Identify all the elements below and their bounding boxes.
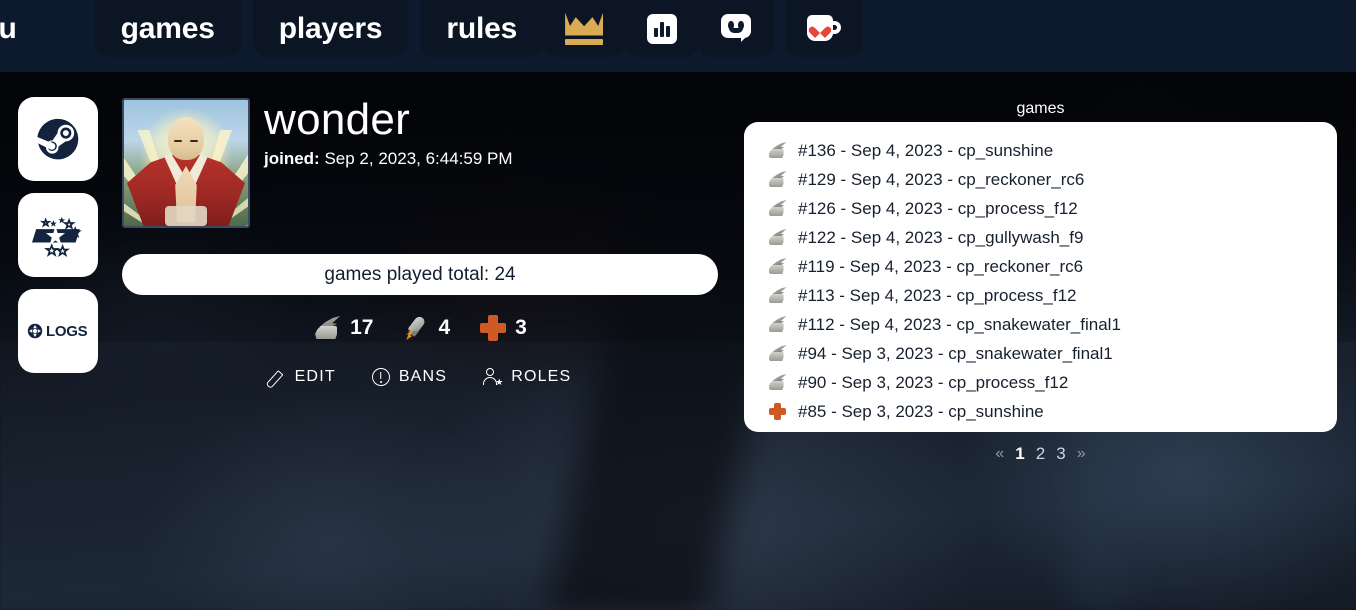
games-played-total-text: games played total: 24 bbox=[324, 263, 516, 285]
pencil-icon bbox=[269, 369, 286, 386]
pagination: « 1 2 3 » bbox=[744, 444, 1337, 464]
pagination-page-3[interactable]: 3 bbox=[1056, 444, 1065, 464]
nav-item-discord[interactable] bbox=[699, 0, 776, 57]
game-list-item-text: #113 - Sep 4, 2023 - cp_process_f12 bbox=[798, 285, 1077, 305]
pagination-page-2[interactable]: 2 bbox=[1036, 444, 1045, 464]
top-navigation-bar: eu games players rules bbox=[0, 0, 1356, 72]
scout-icon bbox=[766, 287, 788, 304]
site-logo-text: eu bbox=[0, 11, 17, 45]
pagination-next[interactable]: » bbox=[1077, 445, 1086, 463]
game-list-item-text: #94 - Sep 3, 2023 - cp_snakewater_final1 bbox=[798, 343, 1113, 363]
class-stats-row: 17 4 3 bbox=[122, 312, 718, 344]
nav-item-leaderboard[interactable] bbox=[543, 0, 626, 57]
soldier-count: 4 bbox=[438, 316, 451, 339]
game-list-item[interactable]: #126 - Sep 4, 2023 - cp_process_f12 bbox=[766, 194, 1315, 223]
game-list-item-text: #129 - Sep 4, 2023 - cp_reckoner_rc6 bbox=[798, 169, 1085, 189]
game-list-item[interactable]: #122 - Sep 4, 2023 - cp_gullywash_f9 bbox=[766, 223, 1315, 252]
scout-icon bbox=[766, 374, 788, 391]
joined-label: joined: bbox=[264, 149, 320, 168]
bans-button[interactable]: BANS bbox=[371, 368, 448, 386]
logs-mark-icon bbox=[27, 323, 43, 339]
game-list-item[interactable]: #136 - Sep 4, 2023 - cp_sunshine bbox=[766, 136, 1315, 165]
game-list-item[interactable]: #119 - Sep 4, 2023 - cp_reckoner_rc6 bbox=[766, 252, 1315, 281]
medic-count: 3 bbox=[515, 316, 527, 339]
pagination-page-1[interactable]: 1 bbox=[1015, 444, 1024, 464]
game-list-item[interactable]: #113 - Sep 4, 2023 - cp_process_f12 bbox=[766, 281, 1315, 310]
sidebar-item-etf2l[interactable] bbox=[18, 193, 98, 277]
scout-icon bbox=[766, 171, 788, 188]
scout-icon bbox=[766, 142, 788, 159]
steam-icon bbox=[37, 118, 79, 160]
games-played-total: games played total: 24 bbox=[122, 254, 718, 295]
game-list-item-text: #119 - Sep 4, 2023 - cp_reckoner_rc6 bbox=[798, 256, 1084, 276]
sidebar-item-logs[interactable]: LOGS bbox=[18, 289, 98, 373]
scout-icon bbox=[313, 316, 341, 340]
medic-icon bbox=[480, 315, 507, 341]
class-stat-scout: 17 bbox=[313, 316, 373, 340]
game-list-item[interactable]: #112 - Sep 4, 2023 - cp_snakewater_final… bbox=[766, 310, 1315, 339]
pagination-prev[interactable]: « bbox=[995, 445, 1004, 463]
joined-date: joined: Sep 2, 2023, 6:44:59 PM bbox=[264, 149, 513, 169]
roles-button-label: ROLES bbox=[511, 368, 572, 385]
nav-item-games[interactable]: games bbox=[94, 0, 241, 57]
coffee-heart-icon bbox=[807, 14, 842, 43]
roles-button[interactable]: ★ ROLES bbox=[483, 368, 572, 387]
profile-page: eu games players rules bbox=[0, 0, 1356, 610]
game-list-item[interactable]: #94 - Sep 3, 2023 - cp_snakewater_final1 bbox=[766, 339, 1315, 368]
class-stat-medic: 3 bbox=[480, 315, 527, 341]
games-list-panel: #136 - Sep 4, 2023 - cp_sunshine #129 - … bbox=[744, 122, 1337, 432]
nav-label-players: players bbox=[278, 11, 383, 45]
bans-button-label: BANS bbox=[398, 368, 448, 385]
game-list-item[interactable]: #90 - Sep 3, 2023 - cp_process_f12 bbox=[766, 368, 1315, 397]
joined-value: Sep 2, 2023, 6:44:59 PM bbox=[324, 149, 513, 168]
logs-label: LOGS bbox=[46, 322, 88, 340]
game-list-item-text: #85 - Sep 3, 2023 - cp_sunshine bbox=[798, 401, 1044, 421]
nav-item-stats[interactable] bbox=[625, 0, 700, 57]
scout-count: 17 bbox=[350, 316, 374, 339]
scout-icon bbox=[766, 345, 788, 362]
scout-icon bbox=[766, 229, 788, 246]
medic-icon bbox=[766, 403, 788, 420]
scout-icon bbox=[766, 200, 788, 217]
edit-button[interactable]: EDIT bbox=[269, 368, 336, 386]
game-list-item-text: #126 - Sep 4, 2023 - cp_process_f12 bbox=[798, 198, 1078, 218]
external-links-sidebar: LOGS bbox=[18, 97, 98, 385]
scout-icon bbox=[766, 258, 788, 275]
rocket-icon bbox=[403, 314, 429, 341]
game-list-item-text: #136 - Sep 4, 2023 - cp_sunshine bbox=[798, 140, 1054, 160]
game-list-item-text: #122 - Sep 4, 2023 - cp_gullywash_f9 bbox=[798, 227, 1084, 247]
warning-circle-icon bbox=[371, 368, 390, 386]
game-list-item[interactable]: #85 - Sep 3, 2023 - cp_sunshine bbox=[766, 397, 1315, 426]
crown-icon bbox=[565, 12, 604, 45]
nav-item-rules[interactable]: rules bbox=[420, 0, 544, 57]
page-title: wonder bbox=[264, 95, 411, 144]
games-panel-title: games bbox=[1016, 100, 1065, 117]
site-logo[interactable]: eu bbox=[0, 0, 33, 57]
edit-button-label: EDIT bbox=[294, 368, 336, 385]
etf2l-icon bbox=[32, 216, 82, 258]
nav-item-donate[interactable] bbox=[785, 0, 864, 57]
discord-icon bbox=[721, 13, 753, 44]
profile-actions: EDIT BANS ★ ROLES bbox=[122, 364, 718, 390]
nav-item-players[interactable]: players bbox=[252, 0, 409, 57]
logs-badge: LOGS bbox=[27, 321, 89, 341]
scout-icon bbox=[766, 316, 788, 333]
person-star-icon: ★ bbox=[483, 368, 503, 387]
game-list-item[interactable]: #129 - Sep 4, 2023 - cp_reckoner_rc6 bbox=[766, 165, 1315, 194]
sidebar-item-steam[interactable] bbox=[18, 97, 98, 181]
avatar bbox=[122, 98, 250, 228]
nav-label-rules: rules bbox=[446, 11, 518, 45]
nav-label-games: games bbox=[120, 11, 215, 45]
game-list-item-text: #112 - Sep 4, 2023 - cp_snakewater_final… bbox=[798, 314, 1121, 334]
class-stat-soldier: 4 bbox=[403, 314, 451, 341]
bar-chart-icon bbox=[647, 13, 678, 44]
game-list-item-text: #90 - Sep 3, 2023 - cp_process_f12 bbox=[798, 372, 1069, 392]
